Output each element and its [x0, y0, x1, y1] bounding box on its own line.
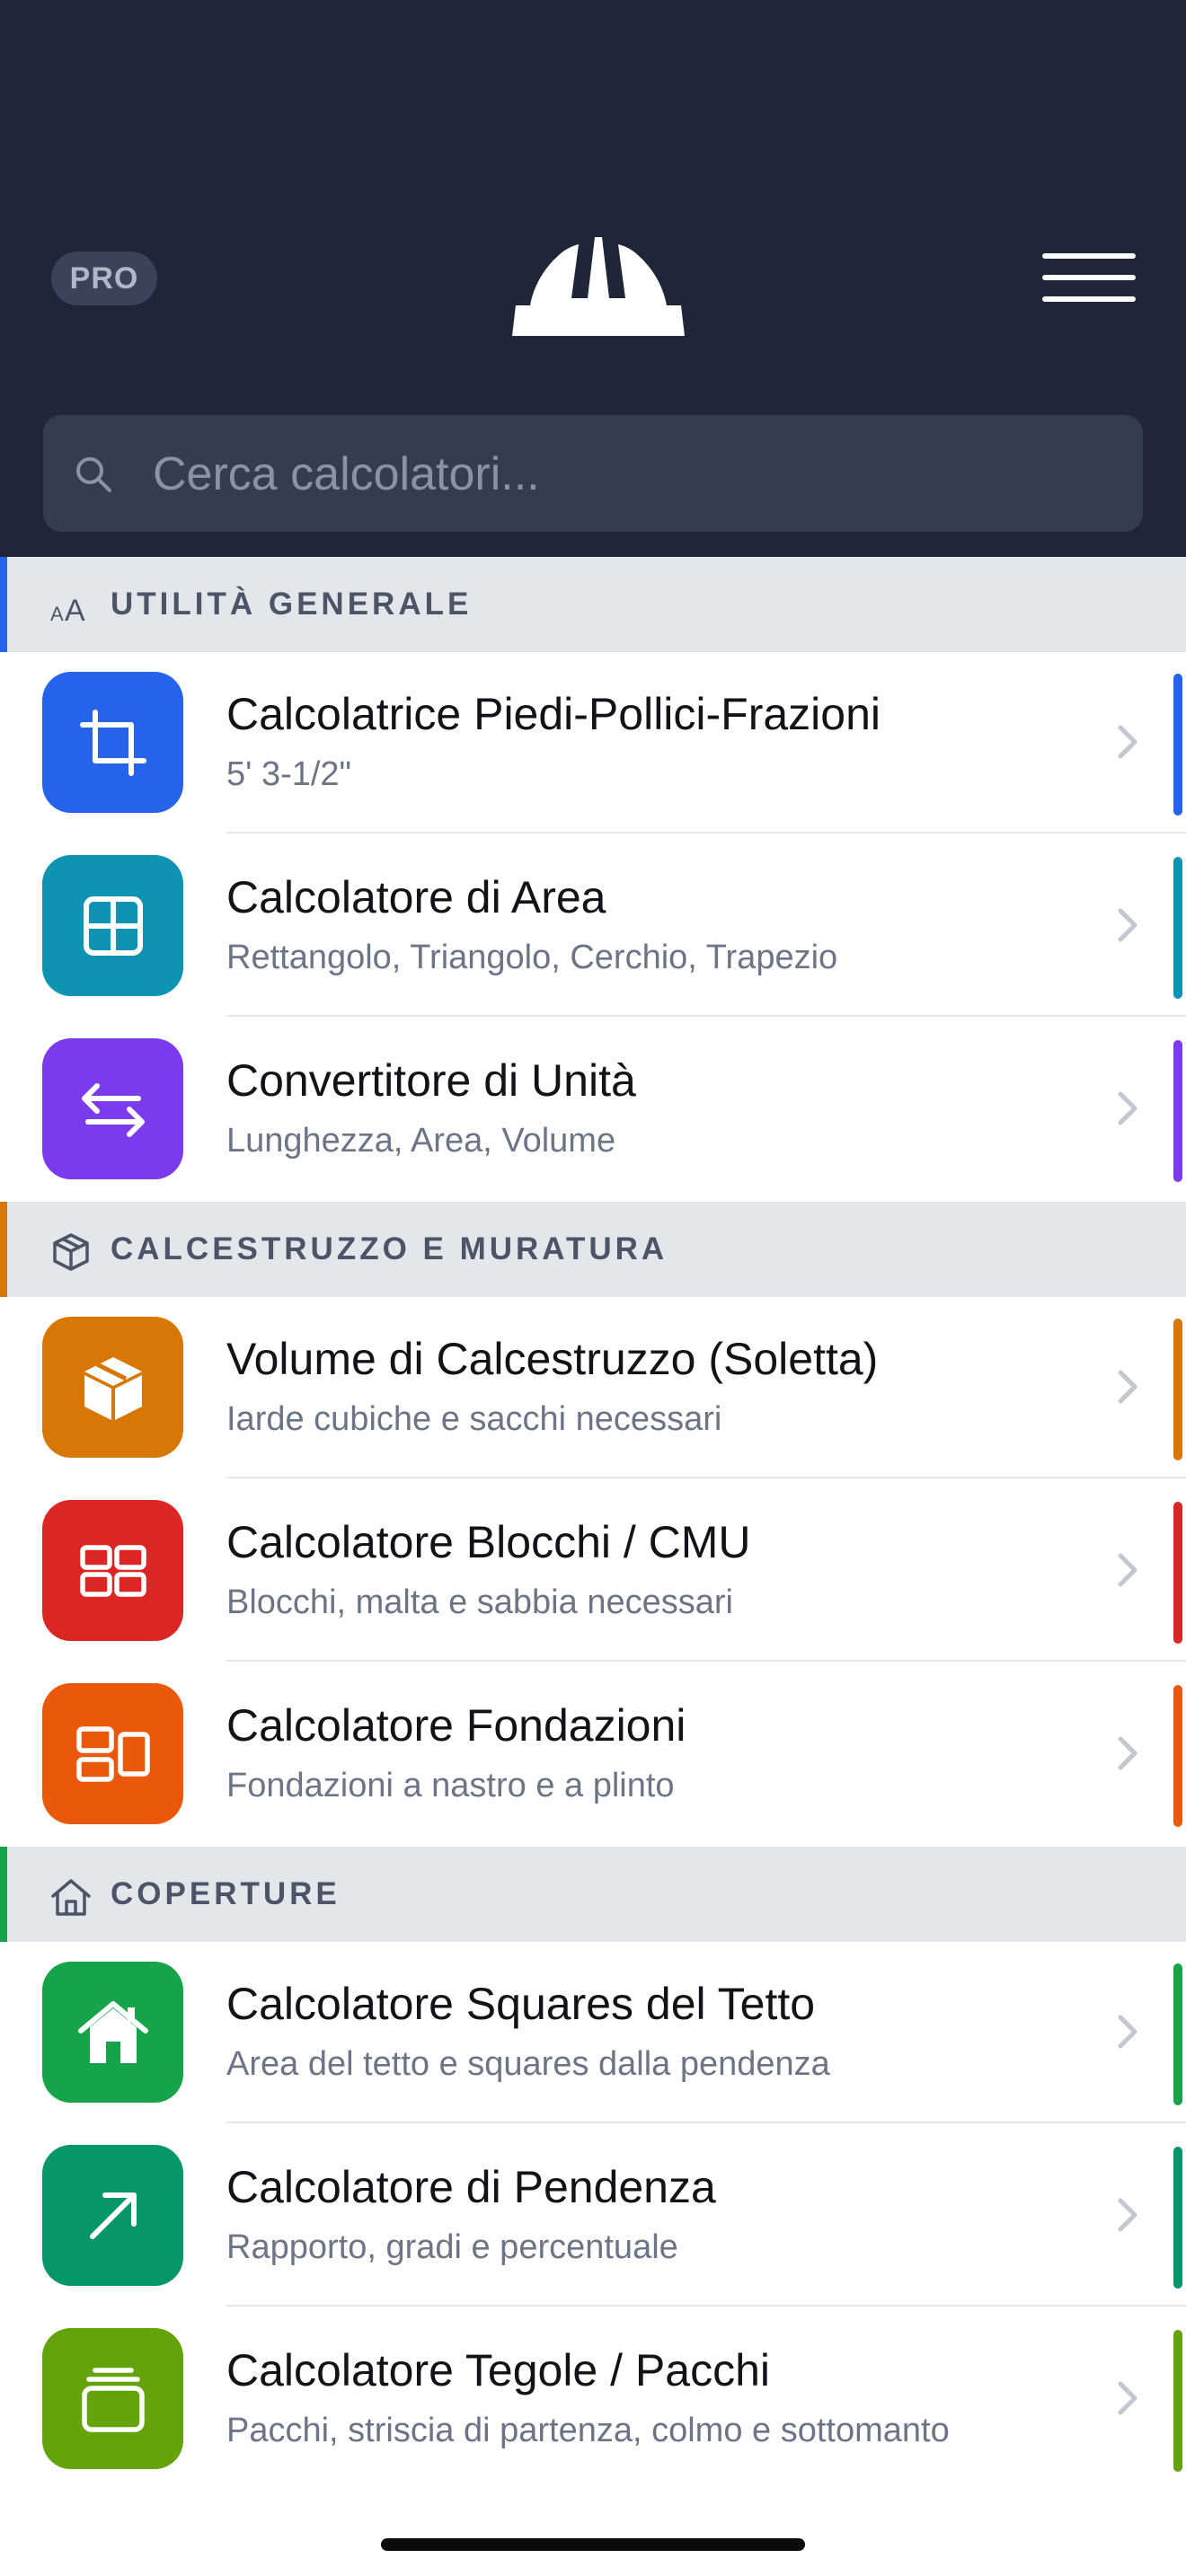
house-icon	[51, 1879, 91, 1916]
list-item-subtitle: Rettangolo, Triangolo, Cerchio, Trapezio	[226, 939, 838, 976]
section-accent-bar	[0, 1847, 7, 1942]
list-item-unit-converter[interactable]: Convertitore di Unità Lunghezza, Area, V…	[0, 1019, 1186, 1200]
cube-icon	[53, 1233, 89, 1271]
item-accent-bar	[1173, 2147, 1182, 2289]
list-item-area-calculator[interactable]: Calcolatore di Area Rettangolo, Triangol…	[0, 835, 1186, 1017]
divider	[226, 2305, 1186, 2307]
search-input[interactable]	[151, 415, 1125, 534]
chevron-right-icon	[1118, 2381, 1137, 2415]
arrow-up-right-icon	[42, 2145, 183, 2286]
home-indicator[interactable]	[381, 2538, 805, 2551]
section-title: COPERTURE	[111, 1876, 341, 1911]
list-item-title: Convertitore di Unità	[226, 1055, 636, 1106]
list-item-title: Volume di Calcestruzzo (Soletta)	[226, 1334, 879, 1384]
list-item-title: Calcolatore Squares del Tetto	[226, 1979, 816, 2029]
list-item-pitch-calculator[interactable]: Calcolatore di Pendenza Rapporto, gradi …	[0, 2125, 1186, 2307]
divider	[226, 1477, 1186, 1478]
divider	[226, 832, 1186, 834]
section-title: UTILITÀ GENERALE	[111, 587, 473, 622]
blocks-icon	[42, 1500, 183, 1641]
chevron-right-icon	[1118, 1370, 1137, 1404]
divider	[226, 1660, 1186, 1662]
divider	[226, 2122, 1186, 2123]
list-item-subtitle: Fondazioni a nastro e a plinto	[226, 1767, 675, 1804]
chevron-right-icon	[1118, 1736, 1137, 1770]
item-accent-bar	[1173, 1040, 1182, 1182]
item-accent-bar	[1173, 857, 1182, 999]
section-header-calcestruzzo-e-muratura: CALCESTRUZZO E MURATURA	[0, 1202, 1186, 1297]
search-icon	[76, 457, 111, 492]
list-item-title: Calcolatore di Area	[226, 872, 606, 922]
list-item-subtitle: Blocchi, malta e sabbia necessari	[226, 1584, 733, 1621]
box-icon	[42, 1317, 183, 1458]
section-header-utilita-generale: A A UTILITÀ GENERALE	[0, 557, 1186, 652]
list-item-title: Calcolatore di Pendenza	[226, 2162, 716, 2212]
app-header: PRO	[0, 0, 1186, 557]
text-size-icon: A A	[50, 594, 85, 628]
hard-hat-icon	[512, 237, 685, 336]
list-item-roof-squares-calculator[interactable]: Calcolatore Squares del Tetto Area del t…	[0, 1942, 1186, 2123]
chevron-right-icon	[1118, 725, 1137, 759]
list-item-concrete-volume[interactable]: Volume di Calcestruzzo (Soletta) Iarde c…	[0, 1297, 1186, 1478]
list-item-subtitle: Pacchi, striscia di partenza, colmo e so…	[226, 2412, 950, 2449]
item-accent-bar	[1173, 2330, 1182, 2472]
section-accent-bar	[0, 557, 7, 652]
list-item-foundation-calculator[interactable]: Calcolatore Fondazioni Fondazioni a nast…	[0, 1663, 1186, 1845]
swap-arrows-icon	[42, 1038, 183, 1179]
item-accent-bar	[1173, 1319, 1182, 1460]
hamburger-menu-icon[interactable]	[1042, 253, 1136, 302]
stack-icon	[42, 2328, 183, 2469]
section-accent-bar	[0, 1202, 7, 1297]
svg-text:A: A	[50, 603, 64, 625]
list-item-block-cmu-calculator[interactable]: Calcolatore Blocchi / CMU Blocchi, malta…	[0, 1480, 1186, 1662]
item-accent-bar	[1173, 1502, 1182, 1644]
list-item-title: Calcolatore Tegole / Pacchi	[226, 2345, 770, 2395]
foundation-icon	[42, 1683, 183, 1824]
pro-badge[interactable]: PRO	[51, 251, 157, 305]
list-item-subtitle: Rapporto, gradi e percentuale	[226, 2228, 678, 2266]
list-item-title: Calcolatrice Piedi-Pollici-Frazioni	[226, 689, 881, 739]
grid-icon	[42, 855, 183, 996]
chevron-right-icon	[1118, 908, 1137, 942]
list-item-subtitle: Lunghezza, Area, Volume	[226, 1122, 616, 1160]
chevron-right-icon	[1118, 2015, 1137, 2049]
item-accent-bar	[1173, 1685, 1182, 1827]
list-item-title: Calcolatore Blocchi / CMU	[226, 1517, 751, 1567]
list-item-subtitle: 5' 3-1/2"	[226, 755, 352, 793]
crop-icon	[42, 672, 183, 813]
chevron-right-icon	[1118, 1553, 1137, 1587]
list-item-subtitle: Area del tetto e squares dalla pendenza	[226, 2045, 830, 2083]
list-item-title: Calcolatore Fondazioni	[226, 1700, 686, 1751]
house-icon	[42, 1962, 183, 2103]
chevron-right-icon	[1118, 1091, 1137, 1125]
list-item-shingles-bundles-calculator[interactable]: Calcolatore Tegole / Pacchi Pacchi, stri…	[0, 2308, 1186, 2490]
search-bar	[43, 415, 1143, 534]
divider	[226, 1015, 1186, 1017]
svg-text:A: A	[65, 594, 85, 628]
section-title: CALCESTRUZZO E MURATURA	[111, 1231, 668, 1266]
list-item-feet-inches-calculator[interactable]: Calcolatrice Piedi-Pollici-Frazioni 5' 3…	[0, 652, 1186, 834]
item-accent-bar	[1173, 674, 1182, 816]
chevron-right-icon	[1118, 2198, 1137, 2232]
item-accent-bar	[1173, 1963, 1182, 2105]
list-item-subtitle: Iarde cubiche e sacchi necessari	[226, 1400, 722, 1438]
section-header-coperture: COPERTURE	[0, 1847, 1186, 1942]
